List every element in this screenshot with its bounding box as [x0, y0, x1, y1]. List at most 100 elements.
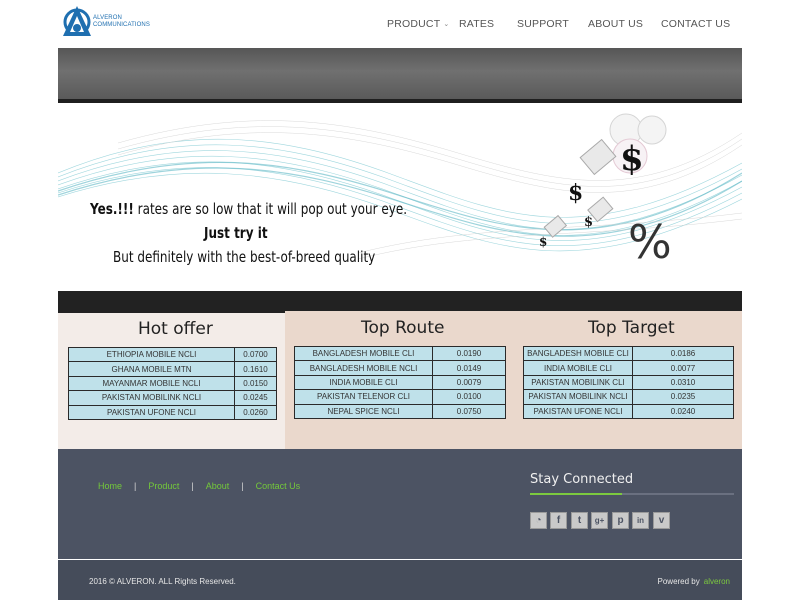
rate-cell: 0.0750	[432, 403, 506, 419]
rate-cell: 0.0150	[234, 375, 277, 392]
table-row: PAKISTAN MOBILINK CLI 0.0310	[523, 374, 734, 391]
envelope-icon	[579, 138, 617, 176]
table-row: GHANA MOBILE MTN 0.1610	[68, 361, 277, 377]
route-cell: BANGLADESH MOBILE CLI	[294, 345, 433, 362]
route-cell: PAKISTAN MOBILINK NCLI	[523, 389, 633, 405]
table-row: BANGLADESH MOBILE CLI 0.0186	[523, 345, 734, 362]
twitter-icon[interactable]: t	[571, 512, 588, 529]
footer-link-product[interactable]: Product	[148, 481, 179, 491]
divider-bar	[58, 291, 742, 313]
facebook-icon[interactable]: f	[550, 512, 567, 529]
top-target-title: Top Target	[588, 318, 675, 338]
percent-icon: %	[628, 215, 672, 268]
pinterest-icon[interactable]: p	[612, 512, 629, 529]
table-row: INDIA MOBILE CLI 0.0077	[523, 360, 734, 376]
route-cell: NEPAL SPICE NCLI	[294, 403, 433, 419]
rate-cell: 0.1610	[234, 361, 277, 377]
table-row: INDIA MOBILE CLI 0.0079	[294, 374, 506, 391]
rate-cell: 0.0700	[234, 346, 277, 363]
footer-separator: |	[191, 481, 194, 491]
table-row: PAKISTAN UFONE NCLI 0.0260	[68, 404, 277, 420]
footer-link-about[interactable]: About	[206, 481, 230, 491]
table-row: BANGLADESH MOBILE NCLI 0.0149	[294, 360, 506, 376]
dollar-icon-large: $	[620, 139, 644, 179]
nav-item-support[interactable]: SUPPORT	[517, 18, 569, 30]
footer-separator: |	[134, 481, 137, 491]
route-cell: BANGLADESH MOBILE CLI	[523, 345, 633, 362]
top-route-title: Top Route	[361, 318, 445, 338]
dollar-icon: $	[568, 180, 583, 206]
route-cell: BANGLADESH MOBILE NCLI	[294, 360, 433, 376]
footer-separator: |	[241, 481, 244, 491]
chevron-down-icon: ⌄	[443, 21, 450, 28]
hot-offer-table: ETHIOPIA MOBILE NCLI 0.0700 GHANA MOBILE …	[68, 346, 277, 420]
route-cell: GHANA MOBILE MTN	[68, 361, 235, 377]
hot-offer-panel: Hot offer ETHIOPIA MOBILE NCLI 0.0700 GHA…	[58, 313, 285, 449]
route-cell: PAKISTAN UFONE NCLI	[68, 404, 235, 420]
nav-item-product-label: PRODUCT	[387, 18, 441, 30]
top-target-table: BANGLADESH MOBILE CLI 0.0186 INDIA MOBILE…	[523, 345, 734, 419]
footer-link-contact-us[interactable]: Contact Us	[256, 481, 301, 491]
linkedin-icon[interactable]: in	[632, 512, 649, 529]
slider-bar	[58, 48, 742, 103]
powered-by-brand-link[interactable]: alveron	[704, 577, 730, 586]
site-footer: Home | Product | About | Contact Us Stay Conne…	[58, 449, 742, 559]
rate-cell: 0.0240	[632, 403, 734, 419]
table-row: PAKISTAN MOBILINK NCLI 0.0245	[68, 390, 277, 406]
banner-headline: Yes.!!! rates are so low that it will po…	[90, 200, 407, 218]
nav-item-rates[interactable]: RATES	[459, 18, 494, 30]
rate-cell: 0.0079	[432, 374, 506, 391]
footer-bottom-bar: 2016 © ALVERON. ALL Rights Reserved. Pow…	[58, 560, 742, 600]
banner-headline-rest: rates are so low that it will pop out yo…	[133, 200, 408, 218]
rate-cell: 0.0310	[632, 374, 734, 391]
main-nav: PRODUCT ⌄ RATES SUPPORT ABOUT US CONTACT …	[0, 18, 800, 32]
route-cell: PAKISTAN MOBILINK CLI	[523, 374, 633, 391]
table-row: NEPAL SPICE NCLI 0.0750	[294, 403, 506, 419]
route-cell: PAKISTAN UFONE NCLI	[523, 403, 633, 419]
footer-links: Home | Product | About | Contact Us	[98, 481, 300, 491]
table-row: PAKISTAN MOBILINK NCLI 0.0235	[523, 389, 734, 405]
nav-item-contact-us[interactable]: CONTACT US	[661, 18, 730, 30]
route-cell: ETHIOPIA MOBILE NCLI	[68, 346, 235, 363]
route-cell: MAYANMAR MOBILE NCLI	[68, 375, 235, 392]
top-route-table: BANGLADESH MOBILE CLI 0.0190 BANGLADESH M…	[294, 345, 506, 419]
route-cell: PAKISTAN TELENOR CLI	[294, 389, 433, 405]
svg-text:$: $	[584, 215, 593, 230]
rate-cell: 0.0190	[432, 345, 506, 362]
banner-tagline: Just try it	[204, 224, 268, 242]
rate-cell: 0.0260	[234, 404, 277, 420]
rate-cell: 0.0149	[432, 360, 506, 376]
banner-headline-bold: Yes.!!!	[90, 200, 134, 218]
site-header: ALVERON COMMUNICATIONS PRODUCT ⌄ RATES SU…	[0, 0, 800, 48]
table-row: ETHIOPIA MOBILE NCLI 0.0700	[68, 346, 277, 363]
table-row: MAYANMAR MOBILE NCLI 0.0150	[68, 375, 277, 392]
nav-item-about-us[interactable]: ABOUT US	[588, 18, 643, 30]
nav-item-product[interactable]: PRODUCT ⌄	[387, 18, 449, 30]
top-rates-panel: Top Route BANGLADESH MOBILE CLI 0.0190 BA…	[285, 311, 742, 449]
route-cell: PAKISTAN MOBILINK NCLI	[68, 390, 235, 406]
powered-by-label: Powered by	[657, 577, 700, 586]
table-row: PAKISTAN UFONE NCLI 0.0240	[523, 403, 734, 419]
hot-offer-title: Hot offer	[138, 319, 213, 339]
rate-cell: 0.0186	[632, 345, 734, 362]
rate-cell: 0.0077	[632, 360, 734, 376]
svg-text:$: $	[539, 235, 547, 249]
stay-connected-accent	[530, 493, 622, 495]
copyright-text: 2016 © ALVERON. ALL Rights Reserved.	[89, 577, 236, 586]
powered-by: Powered by alveron	[658, 577, 731, 586]
route-cell: INDIA MOBILE CLI	[523, 360, 633, 376]
rss-icon[interactable]: ◔	[530, 512, 547, 529]
money-icons: $ $ $ $ %	[539, 113, 672, 268]
google-plus-icon[interactable]: g+	[591, 512, 608, 529]
rate-cell: 0.0235	[632, 389, 734, 405]
table-row: PAKISTAN TELENOR CLI 0.0100	[294, 389, 506, 405]
banner-subline: But definitely with the best-of-breed qu…	[113, 248, 376, 266]
footer-link-home[interactable]: Home	[98, 481, 122, 491]
route-cell: INDIA MOBILE CLI	[294, 374, 433, 391]
vimeo-icon[interactable]: v	[653, 512, 670, 529]
table-row: BANGLADESH MOBILE CLI 0.0190	[294, 345, 506, 362]
rate-cell: 0.0100	[432, 389, 506, 405]
hero-banner: $ $ $ $ % Yes.!!! rates are so low that …	[58, 103, 742, 291]
rate-cell: 0.0245	[234, 390, 277, 406]
stay-connected-heading: Stay Connected	[530, 472, 634, 487]
